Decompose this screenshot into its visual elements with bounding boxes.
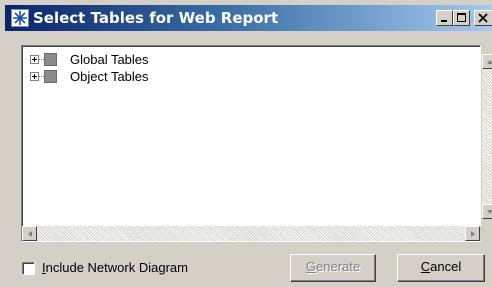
horizontal-scroll-track[interactable]: [37, 226, 465, 241]
close-icon: [478, 13, 488, 23]
arrow-down-icon: [487, 210, 492, 214]
mnemonic-letter: C: [420, 259, 431, 274]
title-bar[interactable]: Select Tables for Web Report: [5, 5, 492, 31]
vertical-scrollbar[interactable]: [482, 54, 492, 219]
expand-plus-icon[interactable]: [30, 72, 39, 81]
maximize-button[interactable]: [453, 10, 470, 26]
minimize-icon: [441, 20, 447, 22]
scrollbar-corner: [480, 226, 492, 241]
close-button[interactable]: [474, 10, 492, 26]
include-network-diagram-checkbox[interactable]: [22, 262, 35, 275]
table-tree-view[interactable]: Global Tables Object Tables: [21, 45, 492, 242]
expand-plus-icon[interactable]: [30, 55, 39, 64]
table-group-icon: [44, 53, 57, 66]
tree-item-label: Object Tables: [70, 69, 149, 84]
web-report-icon: [11, 9, 29, 27]
tree-item-label: Global Tables: [70, 52, 149, 67]
scroll-down-button[interactable]: [482, 204, 492, 219]
arrow-up-icon: [487, 60, 492, 64]
dialog-window: Select Tables for Web Report Global Tabl…: [0, 0, 492, 287]
arrow-left-icon: [28, 231, 32, 237]
arrow-right-icon: [471, 231, 475, 237]
minimize-button[interactable]: [436, 10, 453, 26]
maximize-icon: [457, 13, 466, 22]
mnemonic-letter: G: [305, 259, 317, 274]
include-network-diagram-label[interactable]: Include Network Diagram: [42, 260, 188, 276]
button-label: ancel: [430, 259, 462, 274]
horizontal-scrollbar[interactable]: [22, 226, 480, 241]
scroll-right-button[interactable]: [465, 226, 480, 241]
button-label: enerate: [316, 259, 361, 274]
generate-button[interactable]: Generate: [290, 254, 376, 282]
scroll-left-button[interactable]: [22, 226, 37, 241]
label-text: nclude Network Diagram: [45, 260, 188, 275]
scroll-up-button[interactable]: [482, 54, 492, 69]
cancel-button[interactable]: Cancel: [397, 254, 485, 282]
window-title: Select Tables for Web Report: [33, 9, 279, 27]
vertical-scroll-track[interactable]: [482, 69, 492, 204]
table-group-icon: [44, 70, 57, 83]
